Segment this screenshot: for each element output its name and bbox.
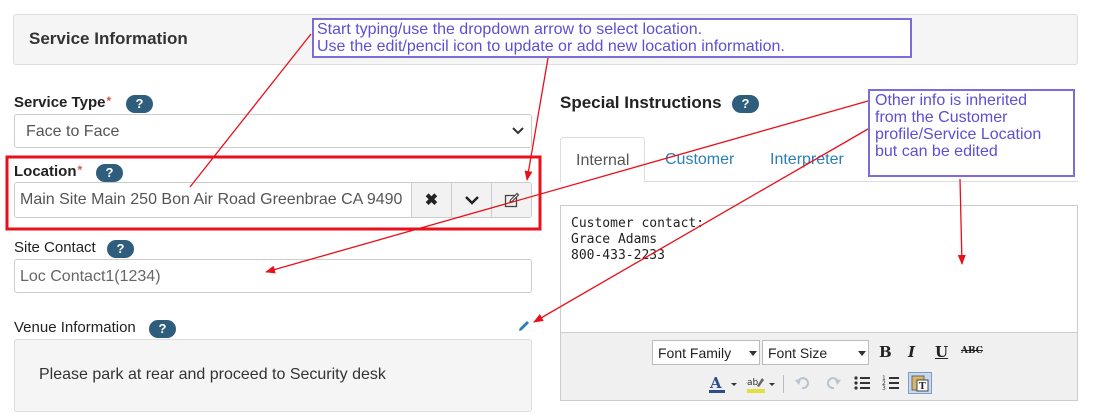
location-input-group: Main Site Main 250 Bon Air Road Greenbra… (14, 182, 532, 218)
tab-interpreter[interactable]: Interpreter (755, 137, 859, 182)
required-mark: * (77, 163, 83, 177)
venue-information-label: Venue Information (14, 319, 136, 336)
site-contact-help-icon[interactable]: ? (107, 240, 134, 258)
service-type-label-text: Service Type (14, 94, 106, 111)
highlight-color-icon: ab (747, 378, 775, 393)
undo-button[interactable] (793, 374, 811, 396)
service-type-selected-value: Face to Face (26, 123, 120, 140)
service-type-help-icon[interactable]: ? (126, 95, 153, 113)
site-contact-label: Site Contact (14, 239, 96, 256)
rich-text-editor: Customer contact: Grace Adams 800-433-22… (560, 205, 1078, 401)
editor-line: Grace Adams (571, 232, 658, 247)
tab-customer[interactable]: Customer (650, 137, 749, 182)
special-instructions-help-icon[interactable]: ? (732, 95, 759, 113)
location-label-text: Location (14, 163, 77, 180)
editor-content-area[interactable]: Customer contact: Grace Adams 800-433-22… (561, 206, 1077, 332)
location-label: Location* (14, 163, 82, 180)
chevron-down-icon (749, 351, 757, 356)
service-type-select[interactable]: Face to Face (14, 114, 532, 148)
venue-help-icon[interactable]: ? (149, 320, 176, 338)
annotation-line: Use the edit/pencil icon to update or ad… (317, 38, 785, 55)
redo-button[interactable] (825, 374, 843, 396)
undo-icon (795, 377, 809, 390)
svg-text:3: 3 (882, 385, 886, 392)
font-size-label: Font Size (768, 345, 828, 361)
annotation-note-inherited: Other info is inherited from the Custome… (868, 89, 1075, 177)
edit-pencil-icon (504, 192, 519, 208)
strikethrough-button[interactable]: ABC (961, 346, 983, 356)
annotation-line: Other info is inherited (875, 92, 1028, 109)
required-mark: * (106, 94, 112, 108)
special-instructions-label: Special Instructions (560, 93, 722, 112)
svg-text:A: A (709, 374, 722, 392)
location-help-icon[interactable]: ? (96, 164, 123, 182)
tab-internal[interactable]: Internal (560, 137, 646, 183)
font-family-label: Font Family (658, 345, 732, 361)
venue-information-text: Please park at rear and proceed to Secur… (39, 366, 386, 383)
bold-button[interactable]: B (879, 343, 892, 361)
font-family-select[interactable]: Font Family (652, 340, 760, 365)
highlight-color-button[interactable]: ab (745, 374, 781, 394)
editor-line: Customer contact: (571, 216, 705, 231)
site-contact-input[interactable]: Loc Contact1(1234) (14, 259, 532, 293)
bullet-list-button[interactable] (853, 374, 871, 396)
paste-as-text-button[interactable]: T (908, 372, 932, 394)
font-size-select[interactable]: Font Size (762, 340, 869, 365)
edit-location-button[interactable] (491, 183, 531, 217)
location-dropdown-button[interactable] (451, 183, 491, 217)
annotation-line: profile/Service Location (875, 126, 1042, 143)
numbered-list-button[interactable]: 1 2 3 (882, 374, 900, 396)
panel-title: Service Information (29, 29, 188, 48)
edit-venue-pencil-icon[interactable] (517, 319, 531, 337)
svg-text:T: T (919, 382, 926, 392)
paste-text-icon: T (911, 375, 929, 392)
chevron-down-icon (858, 351, 866, 356)
chevron-down-icon (511, 124, 525, 142)
location-input[interactable]: Main Site Main 250 Bon Air Road Greenbra… (15, 183, 411, 217)
annotation-note-location: Start typing/use the dropdown arrow to s… (312, 18, 912, 58)
annotation-line: from the Customer (875, 109, 1008, 126)
clear-location-button[interactable]: ✖ (411, 183, 451, 217)
toolbar-divider (783, 375, 784, 393)
redo-icon (827, 377, 841, 390)
underline-button[interactable]: U (935, 343, 948, 361)
editor-line: 800-433-2233 (571, 248, 665, 263)
chevron-down-icon (464, 196, 479, 205)
annotation-line: but can be edited (875, 143, 998, 160)
venue-information-box: Please park at rear and proceed to Secur… (14, 339, 532, 412)
site-contact-value: Loc Contact1(1234) (20, 268, 161, 285)
close-icon: ✖ (424, 192, 439, 209)
bullet-list-icon (854, 376, 870, 390)
service-type-label: Service Type* (14, 94, 111, 111)
italic-button[interactable]: I (908, 343, 915, 361)
editor-toolbar: Font Family Font Size B I U ABC A ab 1 2… (561, 332, 1077, 400)
font-color-button[interactable]: A (707, 374, 743, 394)
numbered-list-icon: 1 2 3 (882, 375, 899, 392)
annotation-line: Start typing/use the dropdown arrow to s… (317, 21, 703, 38)
font-color-icon: A (709, 374, 737, 393)
svg-text:ab: ab (747, 378, 759, 388)
